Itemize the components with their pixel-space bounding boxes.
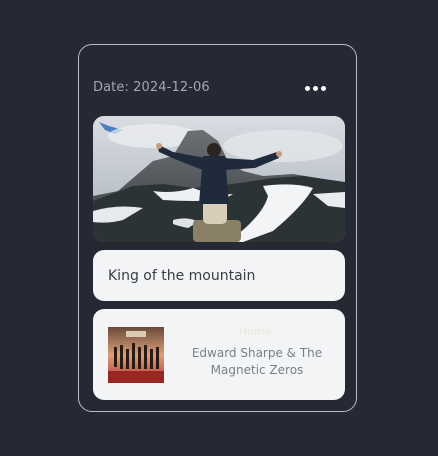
music-panel[interactable]: Home Edward Sharpe & The Magnetic Zeros xyxy=(93,309,345,400)
more-horizontal-icon-dot xyxy=(321,86,326,91)
post-photo xyxy=(93,116,345,242)
more-horizontal-icon xyxy=(305,86,310,91)
post-card: Date: 2024-12-06 King of the mountain Ho… xyxy=(78,44,357,412)
song-title: Home xyxy=(238,325,272,338)
post-date: Date: 2024-12-06 xyxy=(93,80,210,95)
more-horizontal-icon-dot xyxy=(313,86,318,91)
album-cover xyxy=(108,327,164,383)
artist-name: Edward Sharpe & The Magnetic Zeros xyxy=(191,346,323,377)
more-options-button[interactable] xyxy=(303,79,329,97)
post-caption: King of the mountain xyxy=(93,250,345,301)
